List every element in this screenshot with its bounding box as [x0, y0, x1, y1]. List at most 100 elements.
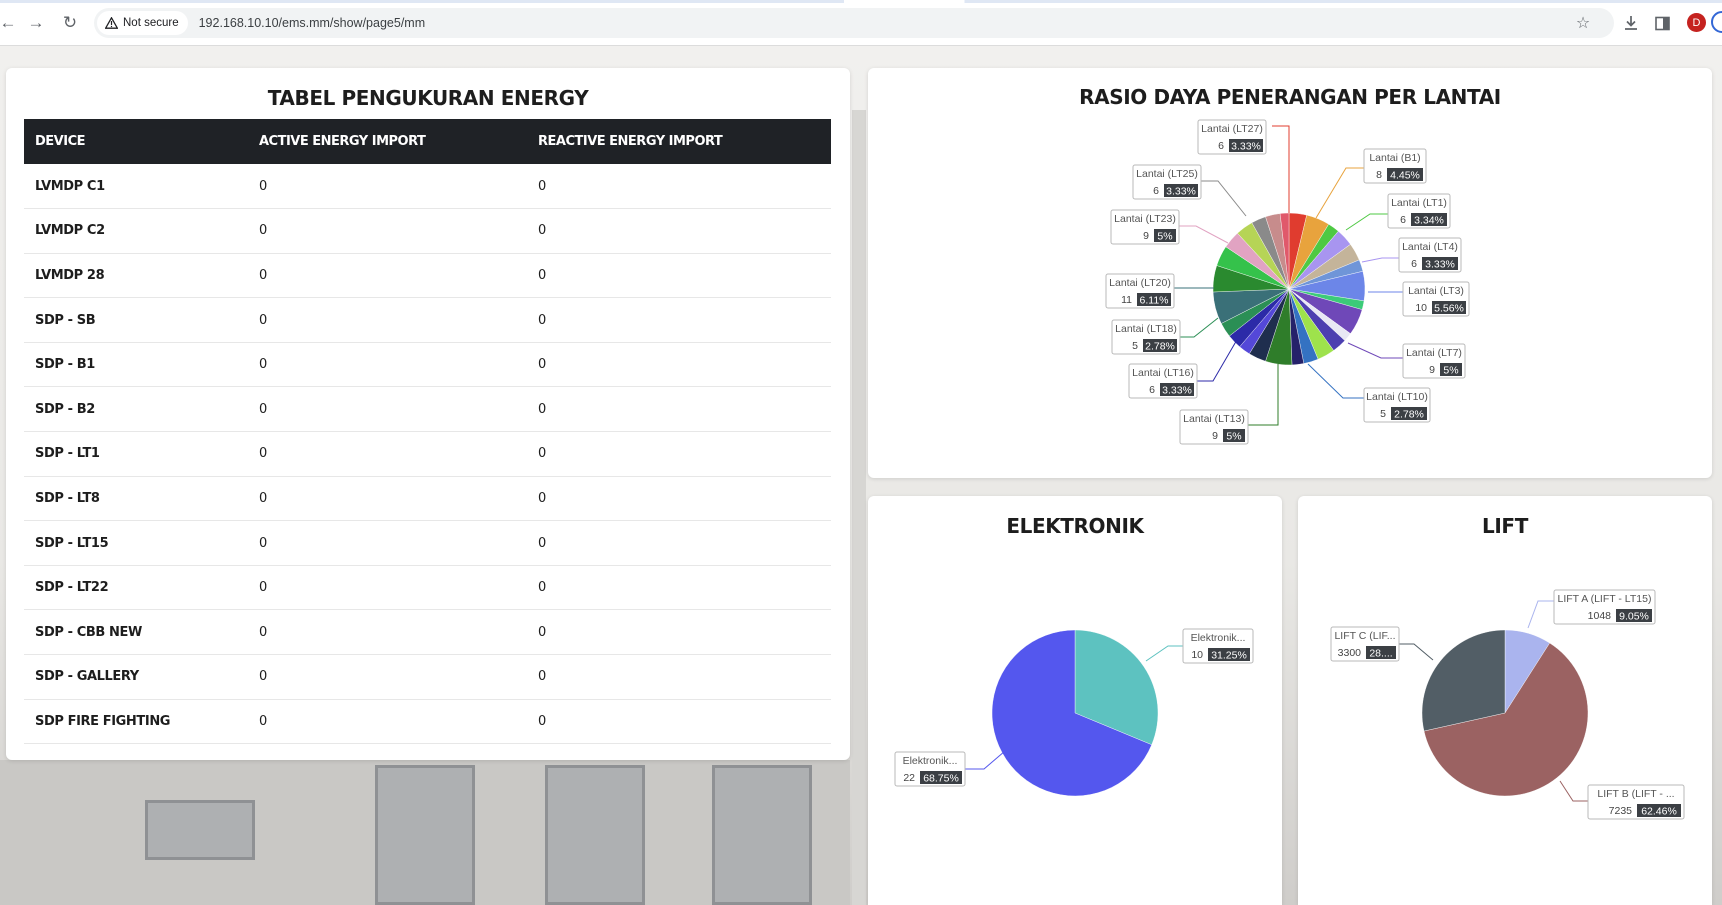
device-cell: SDP - SB	[24, 297, 248, 343]
security-label: Not secure	[123, 17, 179, 29]
extension-icon[interactable]	[1711, 11, 1722, 33]
active-energy-cell: 0	[248, 253, 527, 299]
browser-toolbar: ← → ↻ Not secure 192.168.10.10/ems.mm/sh…	[0, 0, 1722, 46]
reactive-energy-cell: 0	[527, 164, 831, 210]
label-percent: 3.33%	[1231, 141, 1261, 153]
column-header-active-energy: ACTIVE ENERGY IMPORT	[248, 119, 527, 164]
download-glyph-icon	[1625, 16, 1637, 30]
warning-triangle-icon	[105, 17, 118, 29]
label-name: Elektronik...	[903, 755, 958, 767]
label-value: 11	[1121, 294, 1132, 306]
label-value: 1048	[1588, 610, 1612, 622]
device-cell: SDP - LT1	[24, 431, 248, 477]
active-energy-cell: 0	[248, 654, 527, 700]
active-energy-cell: 0	[248, 386, 527, 433]
table-row: LVMDP C2 0 0	[24, 208, 831, 254]
lift-pie-chart: LIFT A (LIFT - LT15) 1048 9.05% LIFT B (LIF…	[1330, 589, 1685, 820]
lighting-pie-chart: Lantai (LT27) 6 3.33% Lantai (B1) 8 4.45% Lant…	[1105, 119, 1470, 445]
data-label: Lantai (LT23) 9 5%	[1110, 209, 1229, 245]
label-percent: 31.25%	[1211, 650, 1247, 662]
back-arrow-icon[interactable]: ←	[0, 9, 22, 37]
reactive-energy-cell: 0	[527, 476, 831, 522]
active-energy-cell: 0	[248, 431, 527, 477]
table-row: SDP - CBB NEW 0 0	[24, 609, 831, 656]
lighting-ratio-card: RASIO DAYA PENERANGAN PER LANTAI Lantai …	[868, 68, 1712, 478]
lift-slice-2[interactable]	[1421, 629, 1506, 732]
leader-line	[1527, 600, 1554, 629]
device-cell: LVMDP C2	[24, 208, 248, 254]
device-cell: LVMDP 28	[24, 253, 248, 299]
label-value: 9	[1143, 230, 1149, 242]
data-label: LIFT A (LIFT - LT15) 1048 9.05%	[1527, 589, 1656, 629]
label-value: 6	[1153, 185, 1159, 197]
label-percent: 5%	[1157, 231, 1172, 243]
label-name: Lantai (B1)	[1369, 152, 1420, 164]
table-header-row: DEVICE ACTIVE ENERGY IMPORT REACTIVE ENE…	[24, 119, 831, 164]
reactive-energy-cell: 0	[527, 431, 831, 477]
side-panel-glyph-icon	[1654, 16, 1670, 30]
profile-avatar[interactable]: D	[1687, 13, 1706, 32]
lift-card: LIFT LIFT A (LIFT - LT15) 1048 9.05% LIFT B…	[1298, 496, 1712, 905]
leader-line	[1345, 213, 1388, 231]
label-percent: 3.33%	[1162, 385, 1192, 397]
device-cell: SDP FIRE FIGHTING	[24, 699, 248, 745]
device-cell: SDP - GALLERY	[24, 654, 248, 700]
label-percent: 3.33%	[1166, 186, 1196, 198]
label-value: 6	[1218, 140, 1224, 152]
security-indicator[interactable]: Not secure	[97, 11, 188, 35]
table-row: SDP - LT1 0 0	[24, 431, 831, 477]
table-row: LVMDP 28 0 0	[24, 253, 831, 299]
forward-arrow-icon[interactable]: →	[22, 9, 50, 37]
label-name: Elektronik...	[1191, 632, 1246, 644]
electronics-card: ELEKTRONIK Elektronik... 10 31.25% Elektron…	[868, 496, 1282, 905]
device-cell: SDP - LT22	[24, 565, 248, 611]
label-percent: 5%	[1443, 365, 1458, 377]
leader-line	[1197, 337, 1239, 382]
label-value: 5	[1380, 408, 1386, 420]
label-name: LIFT B (LIFT - ...	[1597, 788, 1674, 800]
label-percent: 9.05%	[1619, 611, 1649, 623]
label-percent: 68.75%	[923, 773, 959, 785]
leader-line	[1399, 643, 1434, 661]
label-percent: 3.33%	[1425, 259, 1455, 271]
data-label: Lantai (LT7) 9 5%	[1347, 342, 1466, 379]
label-percent: 2.78%	[1145, 341, 1175, 353]
table-row: SDP - LT15 0 0	[24, 520, 831, 566]
label-value: 10	[1415, 302, 1427, 314]
bookmark-star-icon[interactable]: ☆	[1569, 9, 1597, 37]
device-cell: SDP - B2	[24, 386, 248, 433]
background-window	[375, 765, 475, 905]
address-bar[interactable]: Not secure 192.168.10.10/ems.mm/show/pag…	[94, 8, 1614, 38]
download-icon[interactable]	[1617, 9, 1645, 37]
table-row: SDP - B1 0 0	[24, 342, 831, 388]
active-energy-cell: 0	[248, 476, 527, 522]
reactive-energy-cell: 0	[527, 654, 831, 700]
table-row: SDP - SB 0 0	[24, 297, 831, 343]
data-label: Lantai (LT18) 5 2.78%	[1111, 317, 1219, 355]
active-energy-cell: 0	[248, 164, 527, 210]
label-value: 6	[1149, 384, 1155, 396]
reactive-energy-cell: 0	[527, 565, 831, 611]
table-row: SDP - LT8 0 0	[24, 476, 831, 522]
url-text[interactable]: 192.168.10.10/ems.mm/show/page5/mm	[199, 16, 426, 30]
table-body: LVMDP C1 0 0 LVMDP C2 0 0 LVMDP 28 0 0 SDP - SB 0 0…	[24, 164, 831, 745]
reactive-energy-cell: 0	[527, 609, 831, 656]
device-cell: SDP - LT8	[24, 476, 248, 522]
data-label: Lantai (LT25) 6 3.33%	[1132, 164, 1247, 217]
active-energy-cell: 0	[248, 297, 527, 343]
side-panel-icon[interactable]	[1648, 9, 1676, 37]
label-percent: 3.34%	[1414, 215, 1444, 227]
reload-icon[interactable]: ↻	[56, 9, 84, 37]
label-name: Lantai (LT1)	[1391, 197, 1447, 209]
label-value: 9	[1429, 364, 1435, 376]
data-label: Lantai (LT20) 11 6.11%	[1105, 273, 1214, 309]
reactive-energy-cell: 0	[527, 386, 831, 433]
label-name: Lantai (LT16)	[1132, 367, 1194, 379]
data-label: LIFT C (LIF... 3300 28....	[1330, 626, 1434, 662]
leader-line	[1307, 363, 1364, 399]
leader-line	[1248, 364, 1279, 426]
device-cell: LVMDP C1	[24, 164, 248, 210]
active-energy-cell: 0	[248, 609, 527, 656]
label-name: Lantai (LT20)	[1109, 277, 1171, 289]
leader-line	[1180, 317, 1219, 338]
